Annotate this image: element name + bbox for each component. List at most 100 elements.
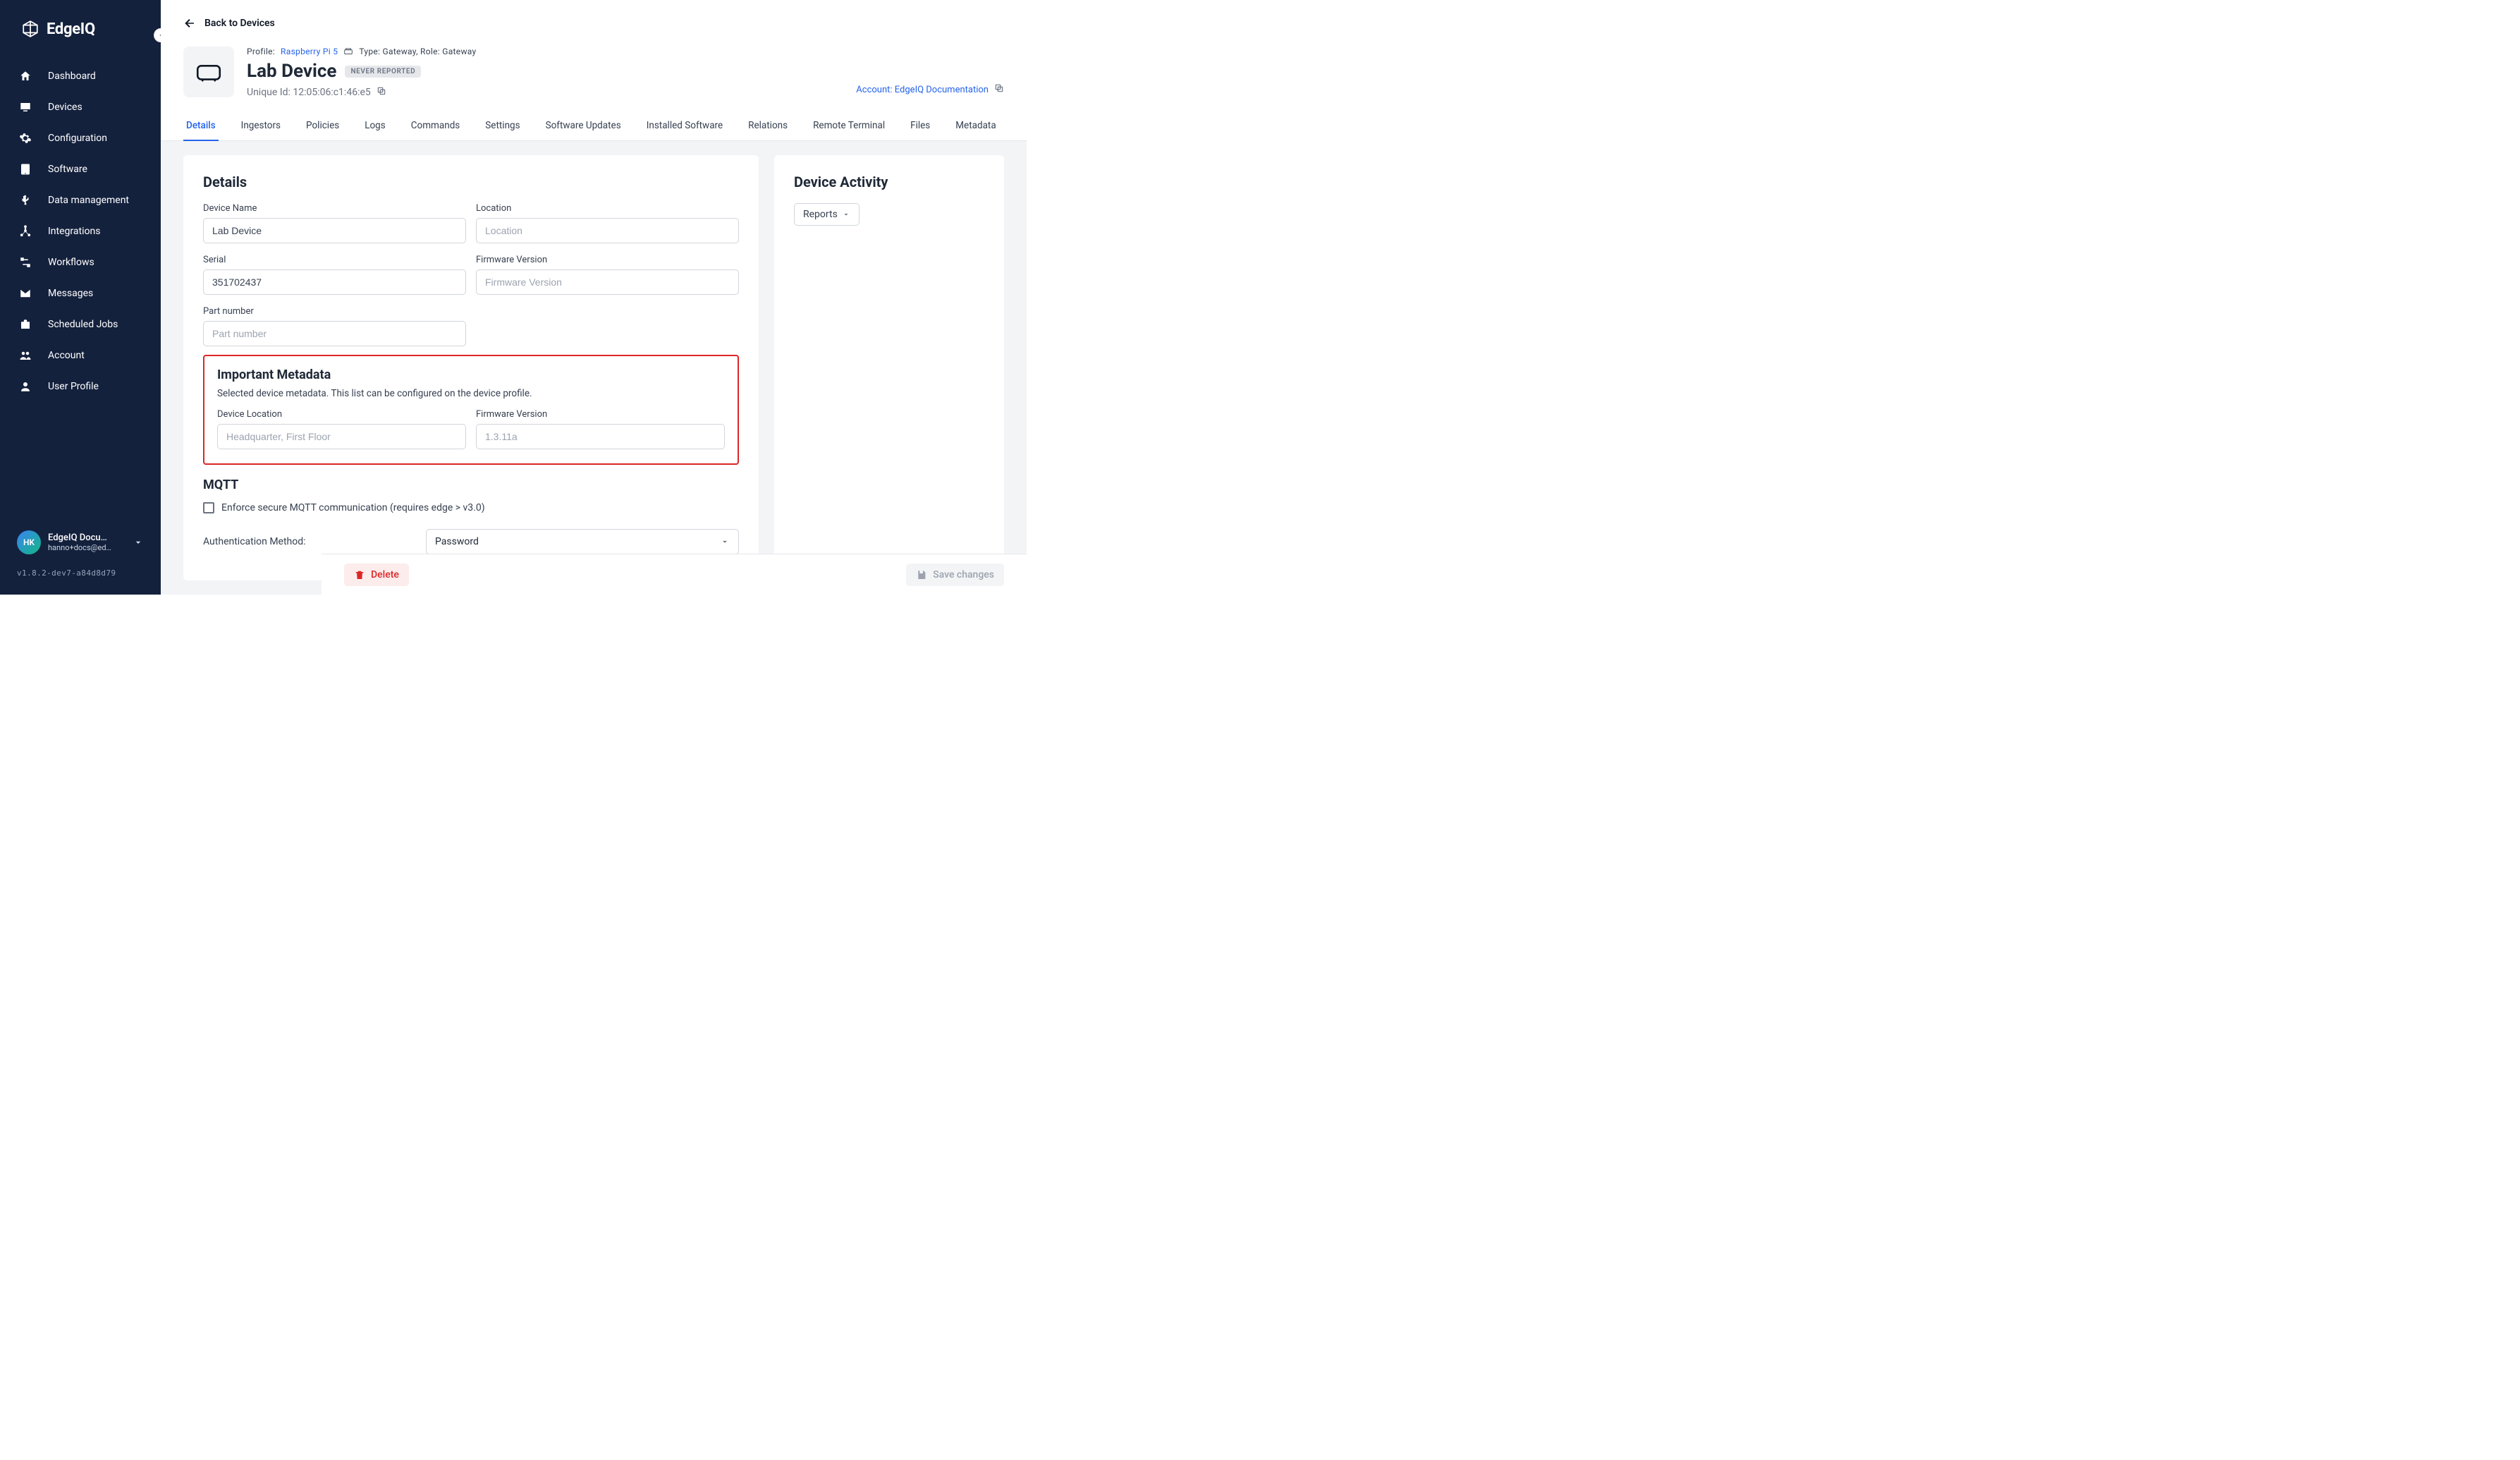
copy-icon [377, 86, 386, 96]
sidebar-item-label: Configuration [48, 133, 107, 144]
sidebar-item-workflows[interactable]: Workflows [0, 247, 161, 278]
sidebar-item-label: Scheduled Jobs [48, 319, 118, 330]
sidebar-item-dashboard[interactable]: Dashboard [0, 61, 161, 92]
logo[interactable]: EdgeIQ [0, 0, 161, 58]
tab-ingestors[interactable]: Ingestors [238, 111, 283, 141]
gateway-icon [343, 47, 353, 56]
sidebar-item-data-management[interactable]: Data management [0, 185, 161, 216]
workflow-icon [18, 255, 32, 269]
delete-button[interactable]: Delete [344, 564, 409, 586]
label-part-number: Part number [203, 306, 466, 317]
input-serial[interactable] [203, 269, 466, 295]
tab-relations[interactable]: Relations [745, 111, 790, 141]
mqtt-secure-checkbox-row: Enforce secure MQTT communication (requi… [203, 502, 739, 513]
tab-commands[interactable]: Commands [408, 111, 463, 141]
people-icon [18, 348, 32, 363]
label-device-name: Device Name [203, 203, 466, 214]
home-icon [18, 69, 32, 83]
field-important-firmware: Firmware Version [476, 409, 725, 449]
sidebar-item-account[interactable]: Account [0, 340, 161, 371]
field-firmware: Firmware Version [476, 255, 739, 295]
input-location[interactable] [476, 218, 739, 243]
save-changes-button[interactable]: Save changes [906, 564, 1004, 586]
mail-icon [18, 286, 32, 300]
sidebar: EdgeIQ Dashboard Devices Configuration S… [0, 0, 161, 595]
device-activity-card: Device Activity Reports [774, 155, 1004, 580]
label-firmware: Firmware Version [476, 255, 739, 265]
trash-icon [354, 569, 365, 580]
auth-method-label: Authentication Method: [203, 536, 426, 547]
input-important-firmware[interactable] [476, 424, 725, 449]
sidebar-item-label: Devices [48, 102, 82, 113]
sidebar-item-label: Integrations [48, 226, 100, 237]
sidebar-item-integrations[interactable]: Integrations [0, 216, 161, 247]
save-icon [916, 569, 927, 580]
sidebar-item-scheduled-jobs[interactable]: Scheduled Jobs [0, 309, 161, 340]
tab-files[interactable]: Files [907, 111, 933, 141]
account-link[interactable]: Account: EdgeIQ Documentation [856, 85, 989, 95]
footer-bar: Delete Save changes [322, 554, 1027, 595]
tab-software-updates[interactable]: Software Updates [543, 111, 624, 141]
sidebar-item-devices[interactable]: Devices [0, 92, 161, 123]
profile-link[interactable]: Raspberry Pi 5 [281, 47, 338, 56]
sidebar-item-label: Account [48, 350, 85, 361]
important-metadata-box: Important Metadata Selected device metad… [203, 355, 739, 465]
sidebar-item-configuration[interactable]: Configuration [0, 123, 161, 154]
device-meta: Profile: Raspberry Pi 5 Type: Gateway, R… [247, 47, 476, 99]
label-serial: Serial [203, 255, 466, 265]
field-part-number: Part number [203, 306, 466, 346]
tab-settings[interactable]: Settings [482, 111, 522, 141]
section-title-details: Details [203, 174, 739, 190]
sidebar-item-software[interactable]: Software [0, 154, 161, 185]
sidebar-footer: HK EdgeIQ Docu… hanno+docs@ed… v1.8.2-de… [0, 522, 161, 595]
tab-policies[interactable]: Policies [303, 111, 342, 141]
tab-remote-terminal[interactable]: Remote Terminal [810, 111, 888, 141]
caret-down-icon [842, 210, 850, 219]
sidebar-item-messages[interactable]: Messages [0, 278, 161, 309]
tab-logs[interactable]: Logs [362, 111, 389, 141]
content-area: Details Device Name Location Serial Firm… [161, 141, 1027, 595]
usb-icon [18, 193, 32, 207]
hub-icon [18, 224, 32, 238]
delete-label: Delete [371, 569, 399, 580]
field-device-location: Device Location [217, 409, 466, 449]
sidebar-nav: Dashboard Devices Configuration Software… [0, 58, 161, 405]
uid-row: Unique Id: 12:05:06:c1:46:e5 [247, 86, 476, 99]
section-title-activity: Device Activity [794, 174, 984, 190]
page-title: Lab Device [247, 61, 336, 82]
tab-details[interactable]: Details [183, 111, 219, 141]
user-menu[interactable]: HK EdgeIQ Docu… hanno+docs@ed… [13, 522, 148, 563]
important-description: Selected device metadata. This list can … [217, 388, 725, 399]
user-text: EdgeIQ Docu… hanno+docs@ed… [48, 533, 111, 552]
auth-method-row: Authentication Method: Password [203, 529, 739, 554]
logo-text: EdgeIQ [47, 20, 95, 38]
label-device-location: Device Location [217, 409, 466, 420]
auth-method-select[interactable]: Password [426, 529, 739, 554]
tab-installed-software[interactable]: Installed Software [644, 111, 726, 141]
type-role-text: Type: Gateway, Role: Gateway [359, 47, 476, 56]
copy-uid-button[interactable] [377, 86, 386, 99]
tab-metadata[interactable]: Metadata [953, 111, 998, 141]
sidebar-item-label: Workflows [48, 257, 94, 268]
save-label: Save changes [933, 569, 994, 580]
input-firmware[interactable] [476, 269, 739, 295]
back-to-devices-link[interactable]: Back to Devices [161, 0, 1027, 37]
sidebar-item-label: Software [48, 164, 87, 175]
copy-account-button[interactable] [994, 83, 1004, 96]
chevron-down-icon [133, 537, 144, 548]
copy-icon [994, 83, 1004, 93]
details-card: Details Device Name Location Serial Firm… [183, 155, 759, 580]
sidebar-item-user-profile[interactable]: User Profile [0, 371, 161, 402]
reports-dropdown[interactable]: Reports [794, 203, 860, 226]
reports-label: Reports [803, 209, 838, 220]
details-form: Device Name Location Serial Firmware Ver… [203, 203, 739, 346]
monitor-icon [18, 100, 32, 114]
arrow-left-icon [183, 17, 196, 30]
input-device-location[interactable] [217, 424, 466, 449]
mqtt-secure-checkbox[interactable] [203, 502, 214, 513]
input-device-name[interactable] [203, 218, 466, 243]
input-part-number[interactable] [203, 321, 466, 346]
back-label: Back to Devices [204, 18, 275, 29]
sidebar-item-label: Dashboard [48, 71, 96, 82]
person-icon [18, 379, 32, 394]
